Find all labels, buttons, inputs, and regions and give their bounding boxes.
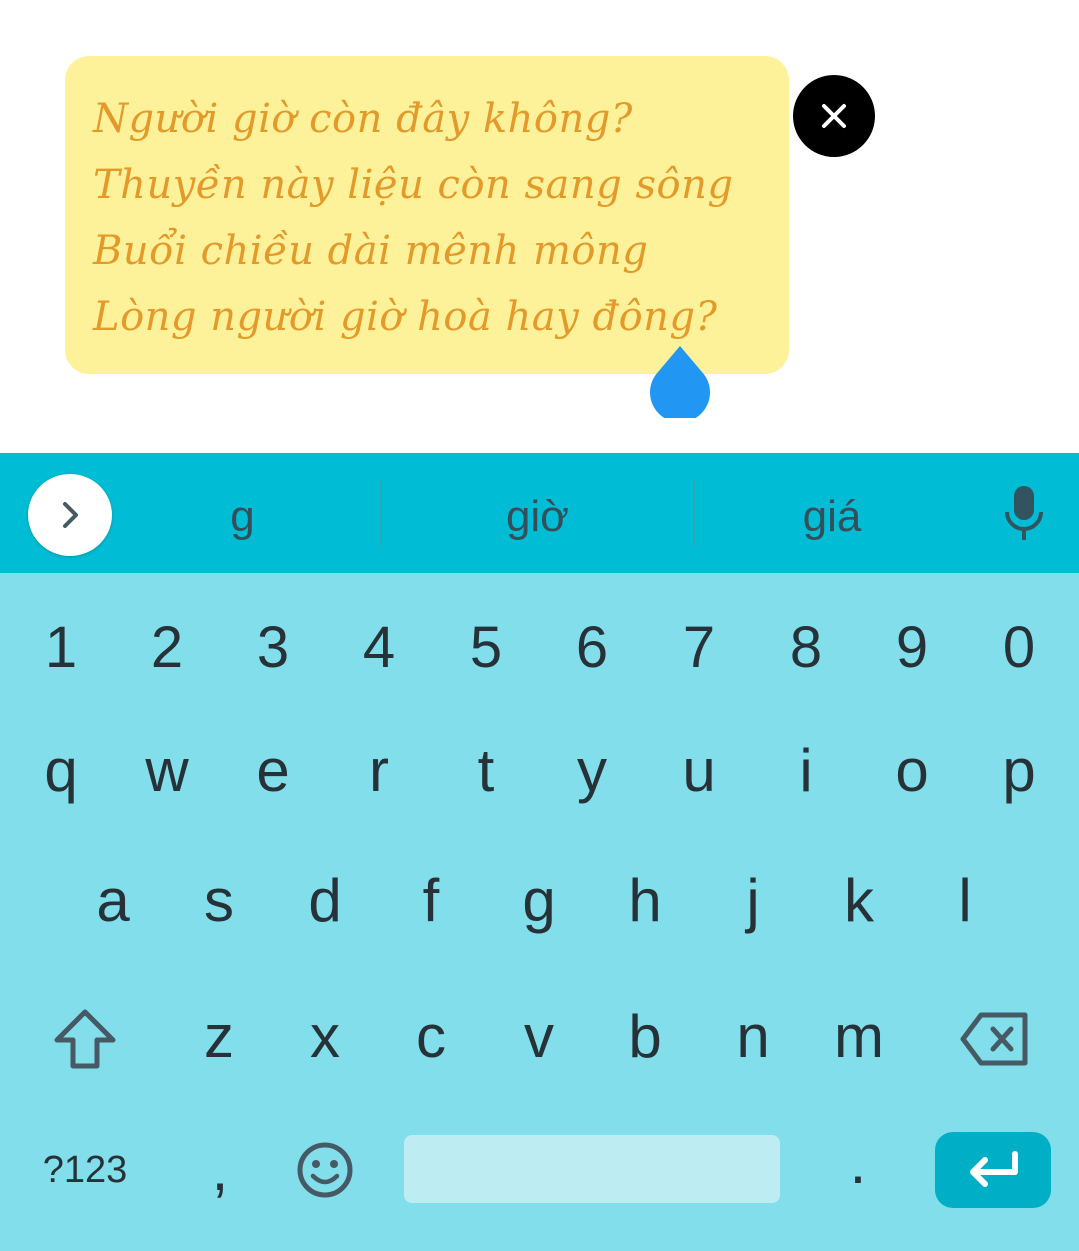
cursor-handle-icon[interactable]: [650, 346, 710, 418]
key-q[interactable]: q: [8, 730, 114, 810]
note-line[interactable]: Người giờ còn đây không?: [93, 86, 761, 152]
enter-icon: [970, 1151, 1018, 1187]
emoji-key[interactable]: [280, 1128, 370, 1212]
key-7[interactable]: 7: [646, 614, 752, 680]
key-n[interactable]: n: [700, 996, 806, 1076]
microphone-button[interactable]: [995, 480, 1053, 546]
close-button[interactable]: [793, 75, 875, 157]
space-key[interactable]: [404, 1135, 780, 1203]
key-p[interactable]: p: [966, 730, 1072, 810]
note-line[interactable]: Thuyền này liệu còn sang sông: [93, 152, 761, 218]
suggestion-1[interactable]: g: [125, 480, 360, 554]
key-e[interactable]: e: [220, 730, 326, 810]
key-a[interactable]: a: [60, 860, 166, 940]
key-l[interactable]: l: [912, 860, 1018, 940]
backspace-icon: [960, 1012, 1028, 1066]
key-f[interactable]: f: [378, 860, 484, 940]
microphone-icon: [1005, 486, 1043, 540]
key-t[interactable]: t: [433, 730, 539, 810]
shift-key[interactable]: [30, 996, 140, 1082]
key-h[interactable]: h: [592, 860, 698, 940]
suggestion-divider: [380, 480, 382, 546]
key-v[interactable]: v: [486, 996, 592, 1076]
key-5[interactable]: 5: [433, 614, 539, 680]
note-card[interactable]: Người giờ còn đây không? Thuyền này liệu…: [65, 56, 789, 374]
key-x[interactable]: x: [272, 996, 378, 1076]
key-i[interactable]: i: [753, 730, 859, 810]
key-1[interactable]: 1: [8, 614, 114, 680]
key-6[interactable]: 6: [539, 614, 645, 680]
key-8[interactable]: 8: [753, 614, 859, 680]
key-r[interactable]: r: [326, 730, 432, 810]
close-icon: [822, 104, 846, 128]
chevron-right-icon: [63, 502, 78, 528]
backspace-key[interactable]: [940, 996, 1050, 1082]
suggestion-divider: [693, 480, 695, 546]
emoji-icon: [297, 1142, 353, 1198]
note-line[interactable]: Lòng người giờ hoà hay đông?: [93, 284, 761, 350]
key-o[interactable]: o: [859, 730, 965, 810]
key-s[interactable]: s: [166, 860, 272, 940]
symbols-key[interactable]: ?123: [30, 1135, 140, 1205]
key-4[interactable]: 4: [326, 614, 432, 680]
enter-key[interactable]: [935, 1132, 1051, 1208]
key-y[interactable]: y: [539, 730, 645, 810]
key-g[interactable]: g: [486, 860, 592, 940]
key-j[interactable]: j: [700, 860, 806, 940]
suggestion-3[interactable]: giá: [712, 480, 952, 554]
note-line[interactable]: Buổi chiều dài mênh mông: [93, 218, 761, 284]
period-key[interactable]: .: [808, 1122, 908, 1202]
key-m[interactable]: m: [806, 996, 912, 1076]
key-d[interactable]: d: [272, 860, 378, 940]
key-w[interactable]: w: [114, 730, 220, 810]
key-z[interactable]: z: [166, 996, 272, 1076]
key-k[interactable]: k: [806, 860, 912, 940]
key-9[interactable]: 9: [859, 614, 965, 680]
key-3[interactable]: 3: [220, 614, 326, 680]
key-b[interactable]: b: [592, 996, 698, 1076]
suggestion-2[interactable]: giờ: [400, 480, 675, 554]
key-c[interactable]: c: [378, 996, 484, 1076]
key-0[interactable]: 0: [966, 614, 1072, 680]
shift-icon: [54, 1009, 116, 1069]
comma-key[interactable]: ,: [170, 1135, 270, 1205]
keyboard: [0, 453, 1079, 1251]
expand-toolbar-button[interactable]: [28, 474, 112, 556]
key-u[interactable]: u: [646, 730, 752, 810]
key-2[interactable]: 2: [114, 614, 220, 680]
